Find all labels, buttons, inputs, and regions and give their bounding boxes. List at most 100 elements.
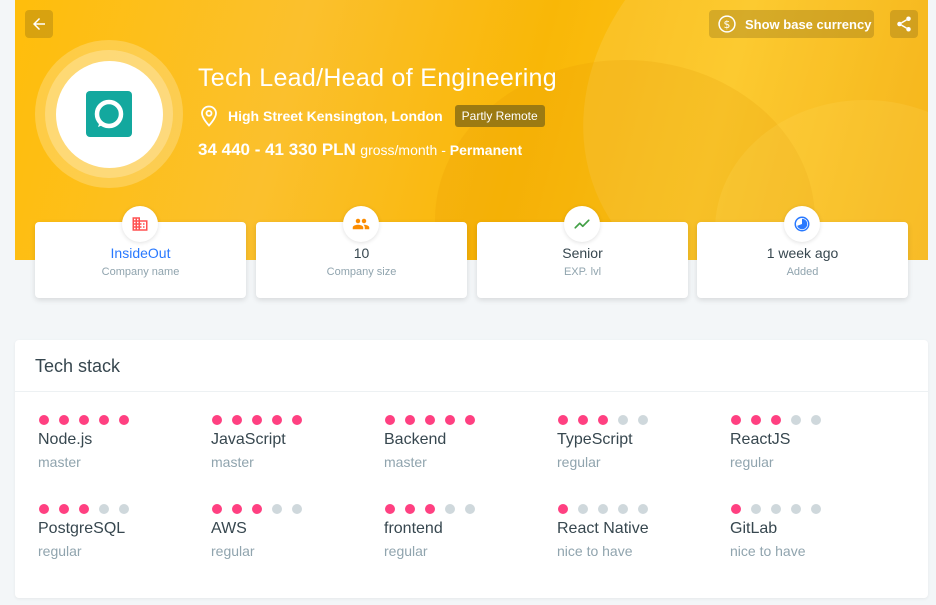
skill-dot-empty: [119, 504, 129, 514]
date-added-value: 1 week ago: [766, 245, 839, 261]
skill-name: frontend: [384, 520, 443, 537]
skill-dot-filled: [425, 415, 435, 425]
skill-dot-filled: [232, 504, 242, 514]
insideout-logo-icon: [86, 91, 132, 137]
date-added-label: Added: [786, 266, 819, 278]
skill-dot-filled: [385, 504, 395, 514]
skill-dot-filled: [79, 415, 89, 425]
skill-dot-empty: [99, 504, 109, 514]
skill-dot-filled: [232, 415, 242, 425]
trend-up-icon: [564, 206, 600, 242]
map-pin-icon: [201, 105, 217, 127]
skill-dot-filled: [731, 415, 741, 425]
skill-dot-filled: [292, 415, 302, 425]
skill-item: Node.js master: [38, 415, 198, 475]
remote-badge: Partly Remote: [454, 105, 545, 127]
skill-name: PostgreSQL: [38, 520, 126, 537]
company-logo-frame: [35, 40, 183, 188]
arrow-left-icon: [33, 18, 45, 30]
skill-dot-filled: [272, 415, 282, 425]
salary-range: 34 440 - 41 330 PLN: [198, 140, 356, 159]
skill-dot-empty: [272, 504, 282, 514]
skill-level: regular: [384, 543, 428, 559]
skill-level-dots: [385, 504, 544, 514]
skill-dot-filled: [59, 415, 69, 425]
skill-dot-filled: [558, 504, 568, 514]
location-row: High Street Kensington, London Partly Re…: [200, 103, 545, 129]
skill-level: regular: [557, 454, 601, 470]
job-location: High Street Kensington, London: [228, 108, 443, 124]
skill-dot-filled: [79, 504, 89, 514]
skill-item: TypeScript regular: [557, 415, 717, 475]
experience-level-label: EXP. lvl: [563, 266, 602, 278]
skill-dot-empty: [638, 415, 648, 425]
skill-level: regular: [211, 543, 255, 559]
share-button[interactable]: [890, 10, 918, 38]
tech-stack-section: Tech stack Node.js master JavaScript master…: [15, 340, 928, 598]
skill-item: React Native nice to have: [557, 504, 717, 564]
skill-dot-filled: [99, 415, 109, 425]
skill-dot-empty: [751, 504, 761, 514]
skill-item: AWS regular: [211, 504, 371, 564]
skill-item: Backend master: [384, 415, 544, 475]
dollar-circle-icon: $: [718, 15, 736, 33]
skill-dot-empty: [638, 504, 648, 514]
job-title: Tech Lead/Head of Engineering: [198, 64, 557, 92]
skill-dot-empty: [811, 415, 821, 425]
skill-level: master: [211, 454, 254, 470]
skill-dot-filled: [39, 504, 49, 514]
skill-level-dots: [212, 504, 371, 514]
skill-dot-empty: [292, 504, 302, 514]
skill-dot-filled: [252, 415, 262, 425]
skill-dot-empty: [445, 504, 455, 514]
skill-dot-empty: [578, 504, 588, 514]
skill-level: master: [384, 454, 427, 470]
company-logo[interactable]: [55, 60, 163, 168]
skill-name: Backend: [384, 431, 447, 448]
divider: [15, 391, 928, 392]
date-added-card: 1 week ago Added: [697, 206, 908, 298]
skill-dot-empty: [465, 504, 475, 514]
skill-dot-filled: [578, 415, 588, 425]
skill-level-dots: [558, 504, 717, 514]
skill-dot-filled: [558, 415, 568, 425]
skill-name: AWS: [211, 520, 247, 537]
back-button[interactable]: [25, 10, 53, 38]
skill-level-dots: [731, 415, 890, 425]
skill-dot-filled: [598, 415, 608, 425]
skill-name: GitLab: [730, 520, 778, 537]
skill-name: ReactJS: [730, 431, 791, 448]
company-size-card: 10 Company size: [256, 206, 467, 298]
show-base-currency-label: Show base currency: [745, 16, 872, 32]
skill-dot-filled: [465, 415, 475, 425]
skill-dot-filled: [751, 415, 761, 425]
skill-dot-filled: [445, 415, 455, 425]
skill-item: ReactJS regular: [730, 415, 890, 475]
skill-level: regular: [730, 454, 774, 470]
skill-dot-filled: [212, 504, 222, 514]
skill-item: PostgreSQL regular: [38, 504, 198, 564]
building-icon: [122, 206, 158, 242]
skill-level-dots: [212, 415, 371, 425]
skill-level-dots: [39, 415, 198, 425]
employment-type: Permanent: [449, 142, 523, 158]
skill-level-dots: [731, 504, 890, 514]
skill-dot-empty: [618, 504, 628, 514]
skill-level-dots: [558, 415, 717, 425]
show-base-currency-button[interactable]: $ Show base currency: [709, 10, 874, 38]
skill-dot-empty: [791, 504, 801, 514]
skill-dot-filled: [212, 415, 222, 425]
experience-level-value: Senior: [562, 245, 603, 261]
skill-dot-filled: [39, 415, 49, 425]
skill-item: JavaScript master: [211, 415, 371, 475]
skill-level: nice to have: [730, 543, 806, 559]
company-name-link[interactable]: InsideOut: [35, 245, 246, 261]
skill-dot-filled: [425, 504, 435, 514]
salary-period: gross/month: [360, 142, 438, 158]
skill-item: frontend regular: [384, 504, 544, 564]
skill-dot-empty: [618, 415, 628, 425]
people-icon: [343, 206, 379, 242]
experience-level-card: Senior EXP. lvl: [477, 206, 688, 298]
skill-dot-filled: [59, 504, 69, 514]
skill-dot-empty: [598, 504, 608, 514]
